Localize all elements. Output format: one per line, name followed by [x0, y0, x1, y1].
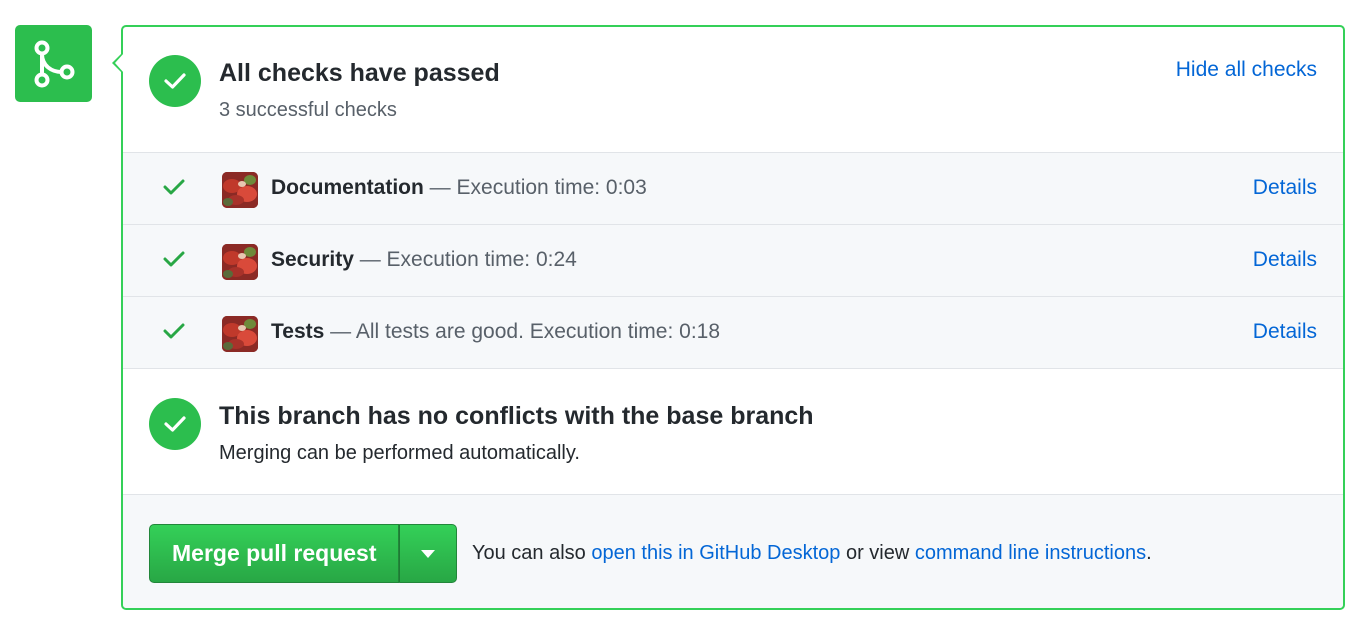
note-suffix: . [1146, 542, 1152, 564]
check-row-tests: Tests — All tests are good. Execution ti… [123, 297, 1343, 369]
checks-summary: All checks have passed 3 successful chec… [123, 27, 1343, 153]
hide-all-checks-link[interactable]: Hide all checks [1176, 58, 1317, 82]
merge-pull-request-button[interactable]: Merge pull request [149, 524, 400, 583]
check-app-avatar [222, 244, 258, 280]
check-name: Security [271, 248, 354, 271]
check-details-link[interactable]: Details [1253, 176, 1317, 200]
git-merge-icon [34, 40, 74, 87]
check-icon [163, 178, 185, 201]
check-text: Documentation — Execution time: 0:03 [271, 176, 647, 200]
check-row-security: Security — Execution time: 0:24 Details [123, 225, 1343, 297]
no-conflicts-status [149, 398, 201, 450]
conflicts-status: This branch has no conflicts with the ba… [123, 369, 1343, 495]
conflicts-title: This branch has no conflicts with the ba… [219, 402, 814, 430]
check-details-link[interactable]: Details [1253, 320, 1317, 344]
merge-actions: Merge pull request You can also open thi… [123, 495, 1343, 608]
check-icon [164, 73, 186, 89]
merge-panel: All checks have passed 3 successful chec… [112, 25, 1345, 610]
open-in-github-desktop-link[interactable]: open this in GitHub Desktop [591, 542, 840, 564]
note-middle: or view [840, 542, 915, 564]
check-name: Tests [271, 320, 325, 343]
check-description: — All tests are good. Execution time: 0:… [324, 320, 721, 343]
note-prefix: You can also [472, 542, 592, 564]
checks-title: All checks have passed [219, 59, 500, 87]
check-icon [163, 322, 185, 345]
check-icon [164, 416, 186, 432]
check-app-avatar [222, 172, 258, 208]
check-icon [163, 250, 185, 273]
check-description: — Execution time: 0:03 [423, 176, 647, 199]
conflicts-subtitle: Merging can be performed automatically. [219, 442, 580, 464]
check-name: Documentation [271, 176, 424, 199]
triangle-down-icon [421, 549, 436, 558]
merge-method-dropdown[interactable] [399, 524, 458, 583]
merge-status-badge [15, 25, 92, 102]
checks-subtitle: 3 successful checks [219, 99, 397, 121]
checks-passed-status [149, 55, 201, 107]
merge-alternatives-note: You can also open this in GitHub Desktop… [472, 542, 1152, 565]
merge-button-group: Merge pull request [149, 524, 458, 583]
command-line-instructions-link[interactable]: command line instructions [915, 542, 1146, 564]
check-app-avatar [222, 316, 258, 352]
check-details-link[interactable]: Details [1253, 248, 1317, 272]
check-text: Tests — All tests are good. Execution ti… [271, 320, 720, 344]
check-row-documentation: Documentation — Execution time: 0:03 Det… [123, 153, 1343, 225]
check-description: — Execution time: 0:24 [353, 248, 577, 271]
checks-list: Documentation — Execution time: 0:03 Det… [123, 153, 1343, 369]
check-text: Security — Execution time: 0:24 [271, 248, 577, 272]
